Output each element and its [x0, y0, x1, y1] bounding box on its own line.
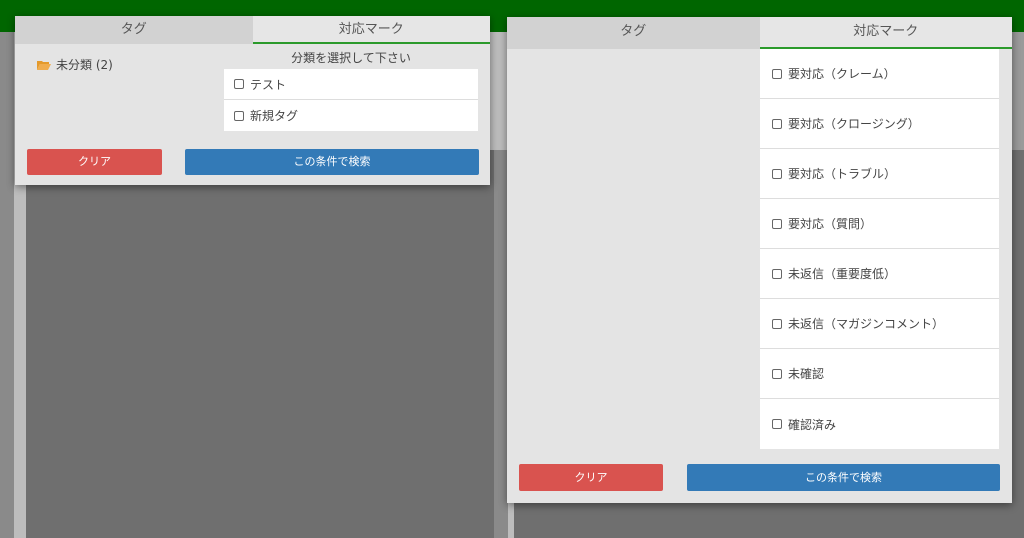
- tab-tag[interactable]: タグ: [15, 16, 253, 44]
- checkbox[interactable]: [772, 368, 782, 379]
- mark-label: 未返信（マガジンコメント）: [788, 317, 945, 331]
- filter-panel-small: タグ 対応マーク 未分類 (2) 分類を選択して下さい テスト 新規タグ クリア…: [15, 16, 490, 185]
- checkbox[interactable]: [234, 79, 244, 89]
- tab-bar: タグ 対応マーク: [15, 16, 490, 44]
- search-button[interactable]: この条件で検索: [687, 464, 1000, 491]
- mark-label: 要対応（クレーム）: [788, 67, 896, 81]
- checkbox[interactable]: [772, 318, 782, 329]
- tab-response-mark[interactable]: 対応マーク: [252, 16, 490, 44]
- mark-label: 確認済み: [788, 417, 837, 432]
- search-button[interactable]: この条件で検索: [185, 149, 479, 175]
- clear-button[interactable]: クリア: [519, 464, 663, 491]
- mark-item[interactable]: 未返信（マガジンコメント）: [760, 299, 999, 349]
- checkbox[interactable]: [772, 218, 782, 229]
- tag-item-new-tag[interactable]: 新規タグ: [224, 100, 478, 131]
- mark-label: 要対応（クロージング）: [788, 117, 920, 131]
- tag-label: 新規タグ: [250, 109, 299, 123]
- mark-item[interactable]: 確認済み: [760, 399, 999, 449]
- tag-label: テスト: [250, 77, 287, 92]
- mark-item[interactable]: 未確認: [760, 349, 999, 399]
- tag-item-test[interactable]: テスト: [224, 69, 478, 100]
- tab-tag[interactable]: タグ: [507, 17, 760, 49]
- mark-label: 未確認: [788, 367, 825, 381]
- tag-list: テスト 新規タグ: [224, 69, 478, 131]
- mark-item[interactable]: 未返信（重要度低）: [760, 249, 999, 299]
- checkbox[interactable]: [772, 118, 782, 129]
- mark-item[interactable]: 要対応（質問）: [760, 199, 999, 249]
- tab-bar: タグ 対応マーク: [507, 17, 1012, 49]
- checkbox[interactable]: [234, 110, 244, 121]
- background-content-left: [26, 150, 494, 538]
- clear-button[interactable]: クリア: [27, 149, 162, 175]
- background-left-strip: [0, 32, 14, 538]
- checkbox[interactable]: [772, 268, 782, 279]
- mark-label: 要対応（質問）: [788, 217, 873, 231]
- folder-label: 未分類 (2): [56, 58, 113, 72]
- mark-label: 要対応（トラブル）: [788, 167, 897, 181]
- mark-item[interactable]: 要対応（クレーム）: [760, 49, 999, 99]
- background-divider: [494, 150, 508, 538]
- response-mark-list: 要対応（クレーム） 要対応（クロージング） 要対応（トラブル） 要対応（質問） …: [760, 49, 999, 449]
- mark-label: 未返信（重要度低）: [788, 267, 897, 281]
- checkbox[interactable]: [772, 419, 782, 429]
- tab-response-mark[interactable]: 対応マーク: [759, 17, 1012, 49]
- filter-panel-large: タグ 対応マーク 要対応（クレーム） 要対応（クロージング） 要対応（トラブル）…: [507, 17, 1012, 503]
- select-category-prompt: 分類を選択して下さい: [291, 51, 411, 65]
- mark-item[interactable]: 要対応（クロージング）: [760, 99, 999, 149]
- mark-item[interactable]: 要対応（トラブル）: [760, 149, 999, 199]
- checkbox[interactable]: [772, 68, 782, 79]
- folder-item-uncategorized[interactable]: 未分類 (2): [37, 56, 113, 73]
- checkbox[interactable]: [772, 168, 782, 179]
- folder-open-icon: [37, 60, 51, 70]
